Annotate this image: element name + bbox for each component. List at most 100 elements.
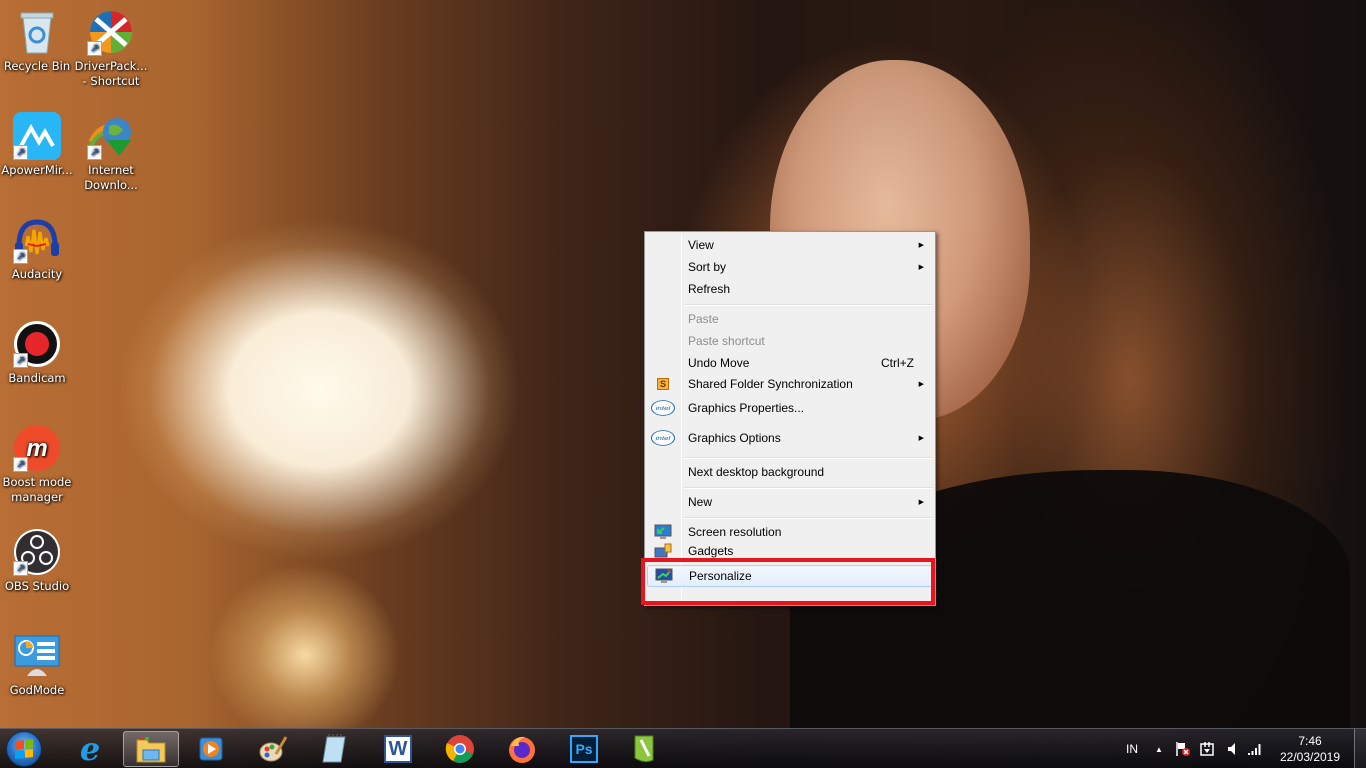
menu-item-label: Screen resolution [688,525,782,539]
menu-item-shortcut: Ctrl+Z [881,356,914,370]
submenu-arrow-icon: ▶ [918,381,924,388]
taskbar-app-notepad[interactable] [307,731,363,767]
chrome-icon [445,735,474,763]
taskbar-app-media-player[interactable] [183,731,239,767]
desktop-icon-obs-studio[interactable]: ↗ OBS Studio [0,528,74,594]
submenu-arrow-icon: ▶ [918,499,924,506]
gadgets-icon [651,543,675,559]
coreldraw-icon [634,735,654,763]
media-player-icon [199,737,223,761]
internet-download-manager-icon: ↗ [87,112,135,160]
menu-item-label: Refresh [688,282,731,296]
desktop-icon-label: Bandicam [8,371,66,385]
menu-item-graphics-properties[interactable]: intel Graphics Properties... [647,397,933,419]
desktop-icon-internet-download-manager[interactable]: ↗ Internet Downlo... [74,112,148,193]
network-signal-icon[interactable] [1247,729,1263,768]
bandicam-icon: ↗ [13,320,61,368]
menu-item-label: View [688,238,714,252]
desktop-icon-label: Recycle Bin [3,59,71,73]
taskbar-app-coreldraw[interactable] [616,731,672,767]
power-plug-icon[interactable] [1200,729,1214,768]
clock-time: 7:46 [1298,734,1322,748]
paint-icon [259,736,288,762]
desktop-icon-audacity[interactable]: ↗ Audacity [0,216,74,282]
taskbar-app-photoshop[interactable]: Ps [556,731,612,767]
taskbar-app-internet-explorer[interactable]: e [62,731,118,767]
menu-item-next-desktop-background[interactable]: Next desktop background [647,461,933,483]
menu-item-undo-move[interactable]: Undo Move Ctrl+Z [647,352,933,374]
driverpack-icon: ↗ [87,8,135,56]
chevron-up-icon: ▲ [1155,744,1163,754]
file-explorer-icon [136,737,166,763]
system-clock[interactable]: 7:46 22/03/2019 [1270,733,1350,765]
submenu-arrow-icon: ▶ [918,435,924,442]
menu-item-gadgets[interactable]: Gadgets [647,543,933,559]
menu-item-refresh[interactable]: Refresh [647,278,933,300]
taskbar-app-firefox[interactable] [494,731,550,767]
menu-separator [684,517,933,519]
menu-item-label: Paste shortcut [688,334,765,348]
taskbar-app-paint[interactable] [245,731,301,767]
desktop-icon-label: ApowerMir... [1,163,73,177]
menu-item-screen-resolution[interactable]: Screen resolution [647,521,933,543]
photoshop-icon: Ps [570,735,598,763]
action-center-icon[interactable] [1175,729,1191,768]
menu-item-label: Paste [688,312,719,326]
desktop-icon-bandicam[interactable]: ↗ Bandicam [0,320,74,386]
desktop-icon-apowermirror[interactable]: ↗ ApowerMir... [0,112,74,178]
desktop-icon-label: Boost mode manager [2,475,72,504]
audacity-icon: ↗ [13,216,61,264]
menu-item-label: Shared Folder Synchronization [688,377,853,391]
taskbar-app-word[interactable]: W [370,731,426,767]
svg-text:m: m [26,435,47,462]
language-indicator[interactable]: IN [1126,729,1138,768]
obs-studio-icon: ↗ [13,528,61,576]
volume-icon[interactable] [1227,729,1237,768]
menu-item-label: Graphics Properties... [688,401,805,415]
intel-icon: intel [651,427,675,449]
notepad-icon [322,734,346,763]
shortcut-arrow-icon: ↗ [87,145,102,160]
taskbar-app-file-explorer[interactable] [123,731,179,767]
desktop-context-menu: View ▶ Sort by ▶ Refresh Paste Paste sho… [644,231,936,606]
desktop-icon-driverpack[interactable]: ↗ DriverPack... - Shortcut [74,8,148,89]
menu-item-shared-folder-synchronization[interactable]: S Shared Folder Synchronization ▶ [647,373,933,395]
apowermirror-icon: ↗ [13,112,61,160]
annotation-highlight-box [641,558,935,605]
menu-item-label: Undo Move [688,356,750,370]
desktop-icon-label: GodMode [9,683,65,697]
desktop-icon-boost-mode-manager[interactable]: m ↗ Boost mode manager [0,424,74,505]
shortcut-arrow-icon: ↗ [13,457,28,472]
word-icon: W [384,735,412,763]
firefox-icon [509,736,535,763]
desktop-icon-label: Audacity [11,267,63,281]
menu-separator [684,304,933,306]
shortcut-arrow-icon: ↗ [13,561,28,576]
recycle-bin-icon [13,8,61,56]
menu-item-paste-shortcut[interactable]: Paste shortcut [647,330,933,352]
boost-mode-manager-icon: m ↗ [13,424,61,472]
show-desktop-button[interactable] [1354,729,1366,768]
menu-item-sort-by[interactable]: Sort by ▶ [647,256,933,278]
shortcut-arrow-icon: ↗ [13,353,28,368]
menu-item-graphics-options[interactable]: intel Graphics Options ▶ [647,427,933,449]
windows-logo-icon [15,739,33,759]
desktop-icon-recycle-bin[interactable]: Recycle Bin [0,8,74,74]
submenu-arrow-icon: ▶ [918,264,924,271]
screen-resolution-icon [651,521,675,543]
desktop-icon-godmode[interactable]: GodMode [0,632,74,698]
menu-item-view[interactable]: View ▶ [647,234,933,256]
shortcut-arrow-icon: ↗ [13,145,28,160]
taskbar: e W Ps IN ▲ 7:46 22/03/2019 [0,728,1366,768]
menu-item-label: Next desktop background [688,465,825,479]
start-button[interactable] [6,731,42,767]
menu-item-new[interactable]: New ▶ [647,491,933,513]
taskbar-app-chrome[interactable] [432,731,488,767]
shortcut-arrow-icon: ↗ [13,249,28,264]
menu-item-paste[interactable]: Paste [647,308,933,330]
menu-item-label: Sort by [688,260,727,274]
menu-separator [684,457,933,459]
clock-date: 22/03/2019 [1279,750,1341,764]
language-label: IN [1126,742,1138,756]
show-hidden-icons-button[interactable]: ▲ [1155,729,1163,768]
